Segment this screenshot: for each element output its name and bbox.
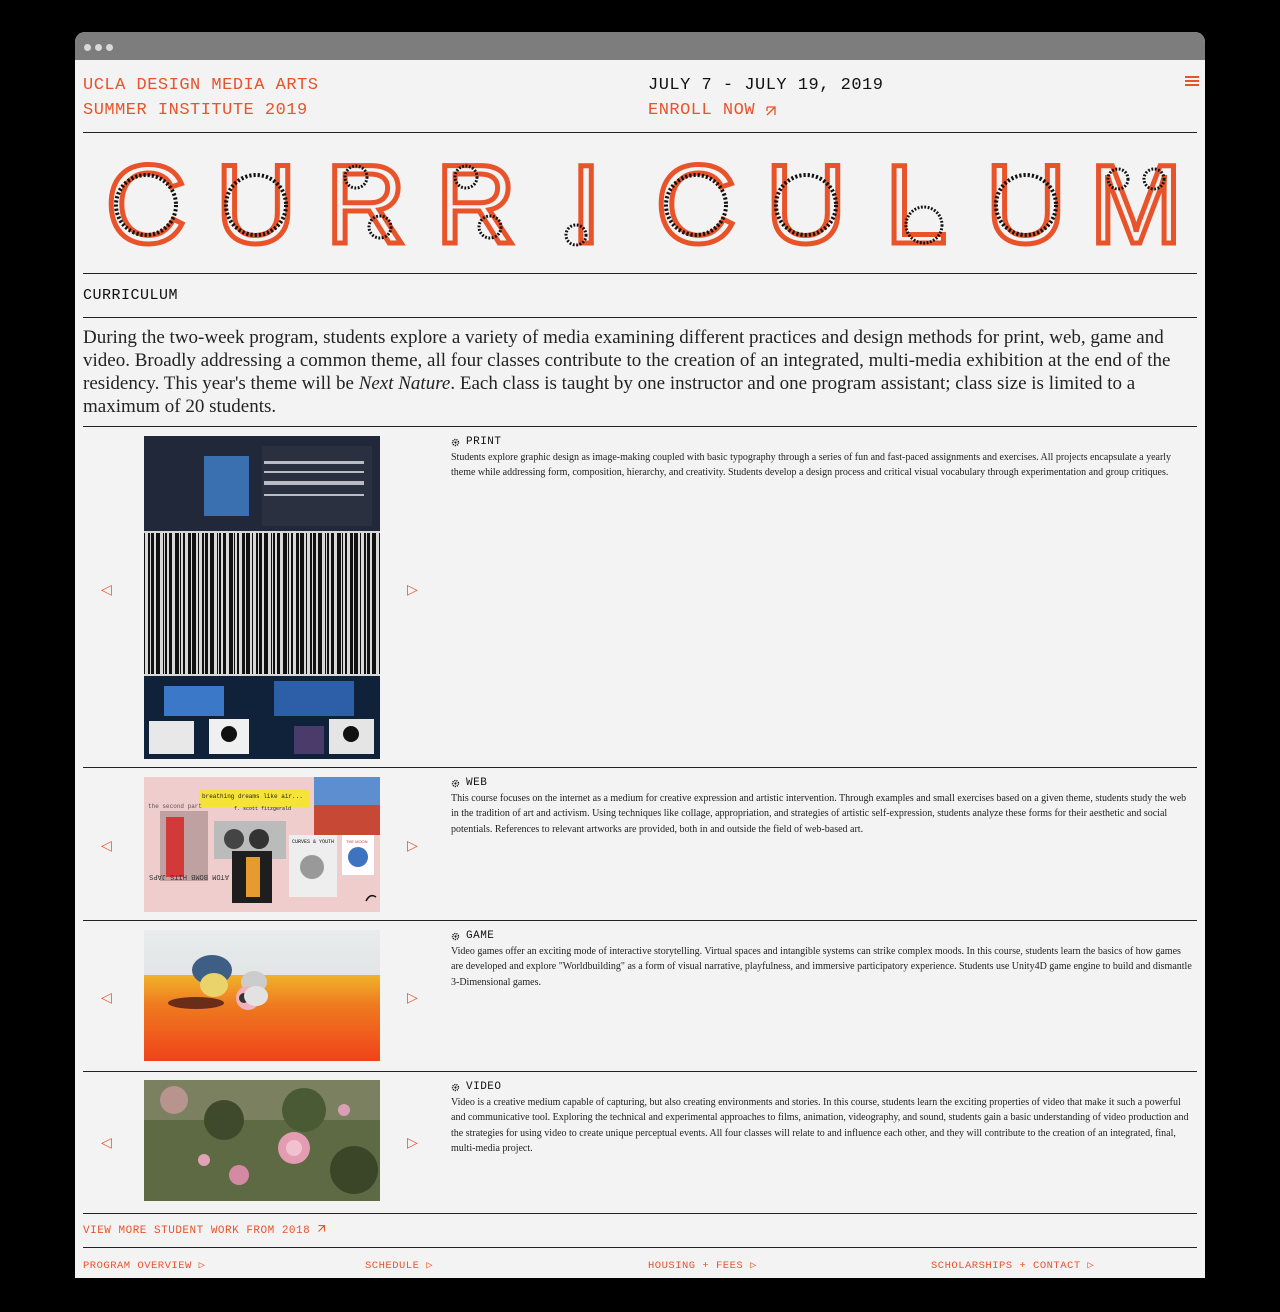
wordmark-letter: I xyxy=(570,142,601,267)
window-dot[interactable] xyxy=(95,44,102,51)
collage-text: ATOM BOMB HITS JAPS xyxy=(149,872,229,880)
wordmark-letter: L xyxy=(885,142,947,267)
prev-arrow-icon[interactable]: ◁ xyxy=(101,1135,112,1152)
footer-link-label: SCHOLARSHIPS + CONTACT xyxy=(931,1260,1081,1272)
game-render-image xyxy=(144,930,380,1061)
course-description: This course focuses on the internet as a… xyxy=(451,793,1187,835)
course-game: ◁ ▷ GAME Video games offer an exciting m… xyxy=(83,921,1197,1072)
next-arrow-icon[interactable]: ▷ xyxy=(407,990,418,1007)
footer-link-label: SCHEDULE xyxy=(365,1260,420,1272)
site-header: UCLA DESIGN MEDIA ARTS SUMMER INSTITUTE … xyxy=(83,60,1199,133)
arrow-diagonal-icon xyxy=(766,105,776,115)
footer-link-scholarships-contact[interactable]: SCHOLARSHIPS + CONTACT ▷ xyxy=(931,1259,1094,1272)
browser-window: UCLA DESIGN MEDIA ARTS SUMMER INSTITUTE … xyxy=(75,32,1205,1278)
footer-link-label: HOUSING + FEES xyxy=(648,1260,744,1272)
prev-arrow-icon[interactable]: ◁ xyxy=(101,582,112,599)
hamburger-icon[interactable] xyxy=(1185,72,1199,95)
wordmark-letter: U xyxy=(986,142,1067,267)
org-name[interactable]: UCLA DESIGN MEDIA ARTS SUMMER INSTITUTE … xyxy=(83,73,318,123)
footer-link-program-overview[interactable]: PROGRAM OVERVIEW ▷ xyxy=(83,1259,205,1272)
web-collage-image: breathing dreams like air... f. scott fi… xyxy=(144,777,380,912)
course-title-label: GAME xyxy=(466,930,495,942)
course-media: ◁ breathing dreams like air... f. scott … xyxy=(83,768,451,920)
wordmark-letter: R xyxy=(436,142,517,267)
section-heading: CURRICULUM xyxy=(83,274,1197,318)
page-content: UCLA DESIGN MEDIA ARTS SUMMER INSTITUTE … xyxy=(75,60,1205,1278)
gear-icon xyxy=(451,438,460,446)
org-line-2: SUMMER INSTITUTE 2019 xyxy=(83,101,308,120)
course-text: WEB This course focuses on the internet … xyxy=(451,768,1197,920)
enroll-link[interactable]: ENROLL NOW xyxy=(648,98,777,123)
collage-text: breathing dreams like air... xyxy=(202,793,303,800)
collage-text: the second part xyxy=(148,803,202,810)
footer-nav: PROGRAM OVERVIEW ▷ SCHEDULE ▷ HOUSING + … xyxy=(83,1248,1197,1278)
program-dates: JULY 7 - JULY 19, 2019 xyxy=(648,76,884,95)
course-print: ◁ ▷ PRINT Students explore graphic desig… xyxy=(83,427,1197,768)
course-title-label: VIDEO xyxy=(466,1081,502,1093)
wordmark-letter: U xyxy=(766,142,847,267)
next-arrow-icon[interactable]: ▷ xyxy=(407,1135,418,1152)
course-media: ◁ ▷ xyxy=(83,427,451,767)
arrow-diagonal-icon xyxy=(318,1224,326,1232)
gear-icon xyxy=(451,779,460,787)
wordmark-letter: U xyxy=(216,142,297,267)
next-arrow-icon[interactable]: ▷ xyxy=(407,582,418,599)
wordmark-letter: R xyxy=(326,142,407,267)
course-text: GAME Video games offer an exciting mode … xyxy=(451,921,1197,1071)
course-text: PRINT Students explore graphic design as… xyxy=(451,427,1197,767)
view-more-label: VIEW MORE STUDENT WORK FROM 2018 xyxy=(83,1225,311,1237)
theme-name: Next Nature xyxy=(358,373,451,394)
course-web: ◁ breathing dreams like air... f. scott … xyxy=(83,768,1197,921)
window-titlebar xyxy=(75,32,1205,60)
collage-text: CURVES & YOUTH xyxy=(292,839,334,845)
course-description: Students explore graphic design as image… xyxy=(451,452,1172,479)
course-text: VIDEO Video is a creative medium capable… xyxy=(451,1072,1197,1213)
prev-arrow-icon[interactable]: ◁ xyxy=(101,990,112,1007)
footer-link-schedule[interactable]: SCHEDULE ▷ xyxy=(365,1259,433,1272)
course-media: ◁ ▷ xyxy=(83,1072,451,1213)
view-more-row: VIEW MORE STUDENT WORK FROM 2018 xyxy=(83,1214,1197,1248)
view-more-link[interactable]: VIEW MORE STUDENT WORK FROM 2018 xyxy=(83,1224,326,1237)
curriculum-wordmark: CURRICULUM xyxy=(103,140,1185,268)
course-title: PRINT xyxy=(451,436,1197,448)
collage-text: THE MOON xyxy=(346,839,368,844)
course-description: Video is a creative medium capable of ca… xyxy=(451,1097,1189,1154)
wordmark-letter: C xyxy=(656,142,737,267)
footer-link-label: PROGRAM OVERVIEW xyxy=(83,1260,192,1272)
collage-text: f. scott fitzgerald xyxy=(234,806,291,812)
window-dot[interactable] xyxy=(84,44,91,51)
course-title-label: WEB xyxy=(466,777,488,789)
hero-title: CURRICULUM xyxy=(83,133,1197,274)
next-arrow-icon[interactable]: ▷ xyxy=(407,838,418,855)
org-line-1: UCLA DESIGN MEDIA ARTS xyxy=(83,76,319,95)
course-description: Video games offer an exciting mode of in… xyxy=(451,946,1192,988)
course-title: VIDEO xyxy=(451,1081,1197,1093)
gear-icon xyxy=(451,1083,460,1091)
course-title: GAME xyxy=(451,930,1197,942)
window-controls xyxy=(84,44,113,51)
course-video: ◁ ▷ VIDEO Video is a creative medium cap… xyxy=(83,1072,1197,1214)
gear-icon xyxy=(451,932,460,940)
course-title-label: PRINT xyxy=(466,436,502,448)
course-title: WEB xyxy=(451,777,1197,789)
course-media: ◁ ▷ xyxy=(83,921,451,1071)
intro-paragraph: During the two-week program, students ex… xyxy=(83,318,1197,427)
prev-arrow-icon[interactable]: ◁ xyxy=(101,838,112,855)
wordmark-letter: C xyxy=(106,142,187,267)
footer-link-housing-fees[interactable]: HOUSING + FEES ▷ xyxy=(648,1259,757,1272)
enroll-label: ENROLL NOW xyxy=(648,101,756,120)
print-artwork-image xyxy=(144,436,380,759)
video-still-image xyxy=(144,1080,380,1201)
window-dot[interactable] xyxy=(106,44,113,51)
wordmark-letter: M xyxy=(1089,142,1182,267)
program-info: JULY 7 - JULY 19, 2019 ENROLL NOW xyxy=(648,73,883,123)
